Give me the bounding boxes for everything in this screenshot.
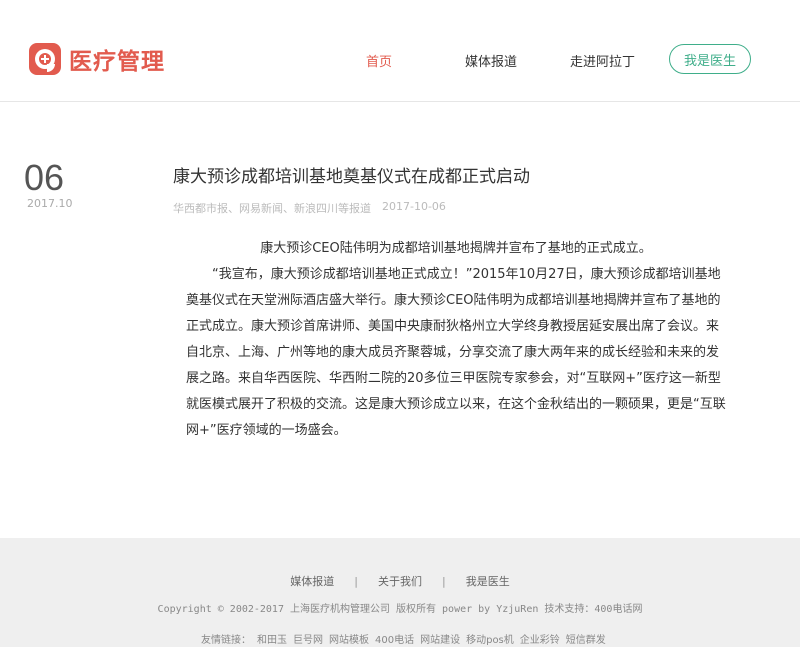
friend-link[interactable]: 网站建设 xyxy=(420,635,460,646)
friend-links: 友情链接： 和田玉 巨号网 网站模板 400电话 网站建设 移动pos机 企业彩铃 短信群发 xyxy=(201,631,612,646)
friend-link[interactable]: 企业彩铃 xyxy=(520,635,560,646)
article-body: 康大预诊CEO陆伟明为成都培训基地揭牌并宣布了基地的正式成立。 “我宣布，康大预… xyxy=(186,236,726,444)
footer-link-doctor[interactable]: 我是医生 xyxy=(466,573,510,589)
footer-links: 媒体报道 | 关于我们 | 我是医生 xyxy=(0,573,800,589)
logo-text: 医疗管理 xyxy=(69,49,165,75)
friend-links-label: 友情链接： xyxy=(201,635,251,646)
friend-link[interactable]: 和田玉 xyxy=(257,635,287,646)
footer-separator: | xyxy=(442,575,446,588)
im-doctor-button[interactable]: 我是医生 xyxy=(669,44,751,74)
friend-link[interactable]: 400电话 xyxy=(375,635,414,646)
article-source: 华西都市报、网易新闻、新浪四川等报道 xyxy=(173,202,371,215)
article-year-month: 2017.10 xyxy=(27,197,73,210)
nav-media-reports[interactable]: 媒体报道 xyxy=(465,51,517,70)
footer-separator: | xyxy=(354,575,358,588)
site-header: 医疗管理 首页 媒体报道 走进阿拉丁 我是医生 xyxy=(0,0,800,102)
article-paragraph-lead: 康大预诊CEO陆伟明为成都培训基地揭牌并宣布了基地的正式成立。 xyxy=(260,241,652,256)
nav-about[interactable]: 走进阿拉丁 xyxy=(570,51,635,70)
article-day: 06 xyxy=(24,157,65,198)
friend-link[interactable]: 移动pos机 xyxy=(466,635,514,646)
footer-link-media[interactable]: 媒体报道 xyxy=(290,573,334,589)
article-date: 2017-10-06 xyxy=(382,200,446,213)
article-paragraph: “我宣布，康大预诊成都培训基地正式成立！”2015年10月27日，康大预诊成都培… xyxy=(186,267,726,438)
article-title: 康大预诊成都培训基地奠基仪式在成都正式启动 xyxy=(173,167,530,187)
nav-home[interactable]: 首页 xyxy=(366,51,392,70)
site-logo[interactable]: 医疗管理 xyxy=(29,42,165,76)
friend-link[interactable]: 短信群发 xyxy=(566,635,606,646)
footer-link-about[interactable]: 关于我们 xyxy=(378,573,422,589)
copyright-text: Copyright © 2002-2017 上海医疗机构管理公司 版权所有 po… xyxy=(157,604,643,615)
friend-link[interactable]: 网站模板 xyxy=(329,635,369,646)
friend-link[interactable]: 巨号网 xyxy=(293,635,323,646)
logo-icon xyxy=(29,43,61,75)
